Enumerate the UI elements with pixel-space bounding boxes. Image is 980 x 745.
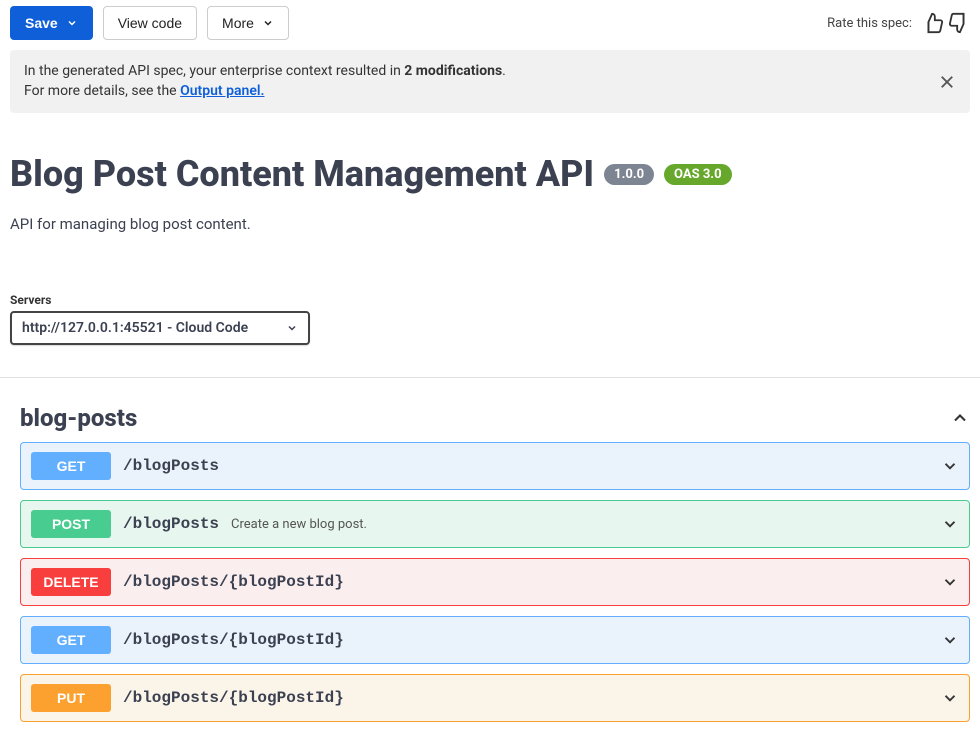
chevron-down-icon (941, 457, 959, 475)
version-badge: 1.0.0 (604, 164, 654, 185)
close-icon[interactable] (938, 73, 956, 91)
rate-label: Rate this spec: (827, 16, 912, 31)
method-badge: GET (31, 452, 111, 480)
chevron-down-icon (262, 17, 274, 29)
notice-bold: 2 modifications (404, 63, 502, 79)
method-badge: DELETE (31, 568, 111, 596)
notice-line2-prefix: For more details, see the (24, 83, 180, 99)
operation-row[interactable]: PUT /blogPosts/{blogPostId} (20, 674, 970, 722)
method-badge: PUT (31, 684, 111, 712)
chevron-down-icon (941, 689, 959, 707)
toolbar: Save View code More Rate this spec: (0, 0, 980, 50)
server-select[interactable]: http://127.0.0.1:45521 - Cloud Code (10, 311, 310, 345)
operation-path: /blogPosts/{blogPostId} (123, 689, 344, 707)
operation-path: /blogPosts/{blogPostId} (123, 573, 344, 591)
notice-banner: In the generated API spec, your enterpri… (10, 50, 970, 113)
notice-suffix: . (502, 63, 506, 79)
operation-path: /blogPosts (123, 515, 219, 533)
save-label: Save (25, 15, 58, 31)
chevron-down-icon (941, 515, 959, 533)
chevron-down-icon (941, 631, 959, 649)
operation-row[interactable]: GET /blogPosts/{blogPostId} (20, 616, 970, 664)
tag-name: blog-posts (20, 404, 950, 432)
server-selected: http://127.0.0.1:45521 - Cloud Code (22, 320, 248, 336)
api-header: Blog Post Content Management API 1.0.0 O… (0, 113, 980, 243)
title-row: Blog Post Content Management API 1.0.0 O… (10, 153, 970, 195)
notice-prefix: In the generated API spec, your enterpri… (24, 63, 404, 79)
tag-header[interactable]: blog-posts (20, 394, 970, 442)
servers-section: Servers http://127.0.0.1:45521 - Cloud C… (0, 243, 980, 365)
more-label: More (222, 15, 254, 31)
operation-row[interactable]: DELETE /blogPosts/{blogPostId} (20, 558, 970, 606)
method-badge: POST (31, 510, 111, 538)
operation-path: /blogPosts (123, 457, 219, 475)
method-badge: GET (31, 626, 111, 654)
api-description: API for managing blog post content. (10, 215, 970, 233)
operation-path: /blogPosts/{blogPostId} (123, 631, 344, 649)
api-title: Blog Post Content Management API (10, 153, 594, 195)
notice-text: In the generated API spec, your enterpri… (24, 62, 938, 101)
view-code-label: View code (118, 15, 182, 31)
thumbs-down-icon[interactable] (948, 12, 970, 34)
save-button[interactable]: Save (10, 6, 93, 40)
chevron-down-icon (66, 17, 78, 29)
thumbs-up-icon[interactable] (922, 12, 944, 34)
tag-section: blog-posts GET /blogPosts POST /blogPost… (0, 378, 980, 742)
servers-label: Servers (10, 293, 970, 307)
operation-row[interactable]: POST /blogPosts Create a new blog post. (20, 500, 970, 548)
chevron-down-icon (286, 322, 298, 334)
operation-row[interactable]: GET /blogPosts (20, 442, 970, 490)
output-panel-link[interactable]: Output panel. (180, 83, 264, 99)
operation-summary: Create a new blog post. (231, 517, 367, 532)
chevron-down-icon (941, 573, 959, 591)
more-button[interactable]: More (207, 6, 289, 40)
view-code-button[interactable]: View code (103, 6, 197, 40)
chevron-up-icon (950, 408, 970, 428)
oas-badge: OAS 3.0 (664, 164, 732, 185)
